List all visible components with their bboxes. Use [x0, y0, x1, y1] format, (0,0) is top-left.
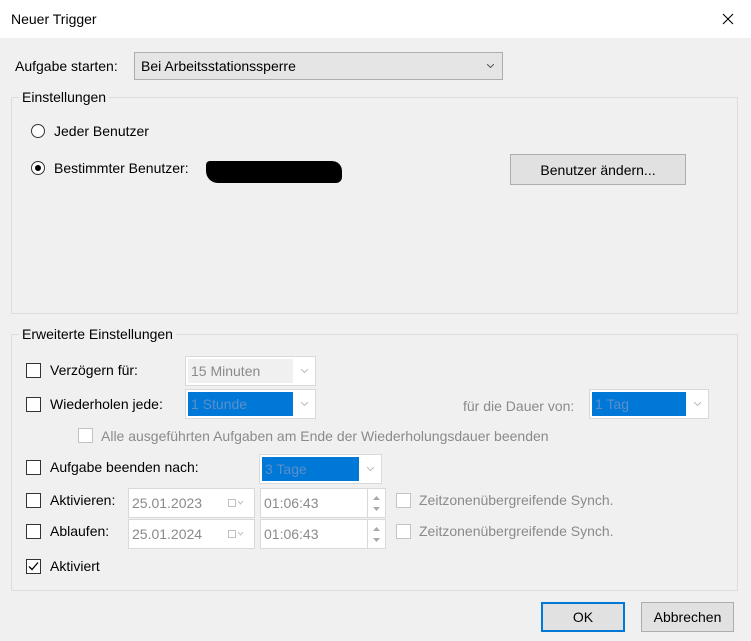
cancel-button-label: Abbrechen [653, 609, 722, 625]
stop-after-checkbox[interactable] [26, 460, 41, 475]
settings-group-title: Einstellungen [19, 89, 110, 105]
stop-after-value: 3 Tage [265, 461, 307, 477]
stop-after-label: Aufgabe beenden nach: [50, 459, 199, 475]
chevron-down-icon [487, 64, 494, 68]
radio-specific-user-label: Bestimmter Benutzer: [54, 160, 189, 176]
change-user-button-label: Benutzer ändern... [540, 161, 656, 178]
chevron-down-icon [301, 369, 308, 373]
radio-all-users-label: Jeder Benutzer [54, 123, 149, 139]
activate-time-value: 01:06:43 [264, 495, 319, 511]
activate-date-picker[interactable]: 25.01.2023 [128, 488, 255, 518]
chevron-down-icon [694, 402, 701, 406]
repeat-checkbox[interactable] [26, 397, 41, 412]
expire-date-picker[interactable]: 25.01.2024 [128, 519, 255, 549]
expire-sync-label: Zeitzonenübergreifende Synch. [419, 523, 614, 539]
spin-up-icon [373, 527, 380, 531]
stop-all-checkbox[interactable] [78, 428, 93, 443]
radio-selected-dot [35, 165, 41, 171]
radio-specific-user[interactable] [31, 161, 45, 175]
ok-button-label: OK [572, 609, 594, 625]
spin-down-icon [373, 507, 380, 511]
title-bar: Neuer Trigger [0, 0, 751, 38]
delay-checkbox[interactable] [26, 363, 41, 378]
checkmark-icon [28, 562, 39, 571]
start-trigger-select[interactable]: Bei Arbeitsstationssperre [134, 52, 503, 80]
expire-date-value: 25.01.2024 [132, 526, 203, 542]
expire-label: Ablaufen: [50, 523, 110, 539]
activate-checkbox[interactable] [26, 493, 41, 508]
start-trigger-value: Bei Arbeitsstationssperre [141, 58, 296, 74]
spin-down-icon [373, 538, 380, 542]
stop-all-label: Alle ausgeführten Aufgaben am Ende der W… [101, 428, 549, 444]
enabled-checkbox[interactable] [26, 559, 41, 574]
calendar-dropdown-icon [228, 530, 244, 538]
delay-value: 15 Minuten [191, 363, 261, 379]
ok-button[interactable]: OK [541, 602, 625, 632]
advanced-settings-title: Erweiterte Einstellungen [19, 326, 176, 342]
repeat-label: Wiederholen jede: [50, 396, 163, 412]
repeat-duration-value: 1 Tag [595, 396, 629, 412]
cancel-button[interactable]: Abbrechen [641, 602, 734, 632]
delay-label: Verzögern für: [50, 362, 138, 378]
expire-time-spinner[interactable] [367, 520, 385, 548]
window-title: Neuer Trigger [11, 11, 97, 27]
expire-time-value: 01:06:43 [264, 526, 319, 542]
close-button[interactable] [705, 0, 751, 38]
delay-select[interactable]: 15 Minuten [185, 356, 316, 386]
calendar-dropdown-icon [228, 499, 244, 507]
repeat-interval-select[interactable]: 1 Stunde [185, 389, 316, 419]
activate-time-field[interactable]: 01:06:43 [260, 488, 386, 518]
expire-checkbox[interactable] [26, 524, 41, 539]
activate-sync-label: Zeitzonenübergreifende Synch. [419, 492, 614, 508]
activate-label: Aktivieren: [50, 492, 116, 508]
change-user-button[interactable]: Benutzer ändern... [510, 154, 686, 185]
close-icon [722, 13, 734, 25]
start-label: Aufgabe starten: [15, 58, 118, 74]
expire-time-field[interactable]: 01:06:43 [260, 519, 386, 549]
activate-time-spinner[interactable] [367, 489, 385, 517]
repeat-duration-label: für die Dauer von: [463, 398, 575, 414]
expire-sync-checkbox[interactable] [396, 524, 411, 539]
activate-date-value: 25.01.2023 [132, 495, 203, 511]
chevron-down-icon [367, 467, 374, 471]
repeat-duration-select[interactable]: 1 Tag [589, 389, 709, 419]
activate-sync-checkbox[interactable] [396, 493, 411, 508]
repeat-interval-value: 1 Stunde [191, 396, 248, 412]
chevron-down-icon [301, 402, 308, 406]
spin-up-icon [373, 496, 380, 500]
stop-after-select[interactable]: 3 Tage [259, 454, 382, 484]
enabled-label: Aktiviert [50, 558, 100, 574]
radio-all-users[interactable] [31, 124, 45, 138]
redacted-username [206, 161, 342, 183]
